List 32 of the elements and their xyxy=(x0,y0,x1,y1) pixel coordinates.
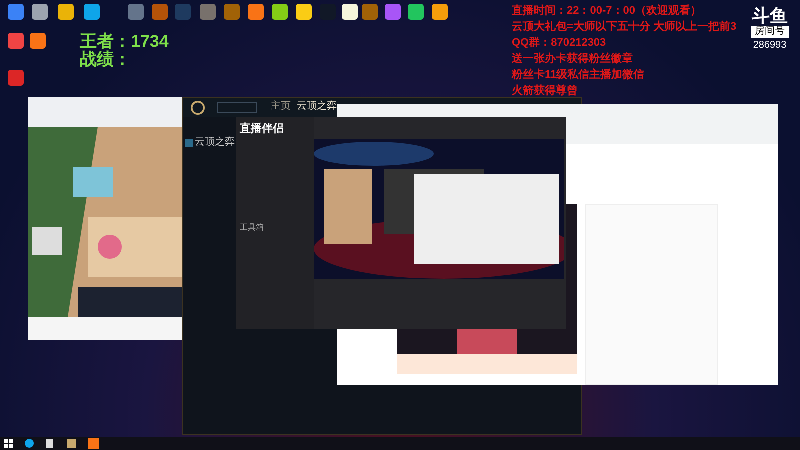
nav-tab[interactable]: 主页 xyxy=(271,101,291,113)
sidebar-item[interactable]: 云顶之弈 xyxy=(195,137,235,149)
desktop-icon[interactable] xyxy=(84,4,100,20)
nav-tab[interactable]: 云顶之弈 xyxy=(297,101,337,113)
room-label: 房间号 xyxy=(751,26,789,38)
tft-icon xyxy=(185,139,193,147)
browser-icon[interactable] xyxy=(25,439,34,448)
rank-text: 王者：1734 xyxy=(80,33,169,51)
app-title: 直播伴侣 xyxy=(240,122,285,137)
announcement-line: 直播时间：22：00-7：00（欢迎观看） xyxy=(512,4,702,19)
desktop-icon[interactable] xyxy=(296,4,312,20)
search-field[interactable] xyxy=(217,102,257,113)
file-icon[interactable] xyxy=(46,439,55,448)
desktop-icon[interactable] xyxy=(408,4,424,20)
announcement-line: 火箭获得尊曾 xyxy=(512,84,579,99)
announcement-line: 送一张办卡获得粉丝徽章 xyxy=(512,52,634,67)
logo-text: 斗鱼 xyxy=(752,6,788,26)
record-text: 战绩： xyxy=(80,51,132,69)
desktop-icon[interactable] xyxy=(58,4,74,20)
start-icon[interactable] xyxy=(4,439,13,448)
desktop-icon[interactable] xyxy=(432,4,448,20)
announcement-line: 粉丝卡11级私信主播加微信 xyxy=(512,68,646,83)
desktop-icon[interactable] xyxy=(342,4,358,20)
desktop-icon[interactable] xyxy=(32,4,48,20)
room-number: 286993 xyxy=(753,39,787,53)
game-logo-icon xyxy=(191,100,205,114)
desktop-icon[interactable] xyxy=(248,4,264,20)
toolbox-label: 工具箱 xyxy=(240,222,265,234)
desktop-icon[interactable] xyxy=(272,4,288,20)
announcement-line: QQ群：870212303 xyxy=(512,36,608,51)
desktop-icon[interactable] xyxy=(30,33,46,49)
announcement-line: 云顶大礼包=大师以下五十分 大师以上一把前3 xyxy=(512,20,737,35)
